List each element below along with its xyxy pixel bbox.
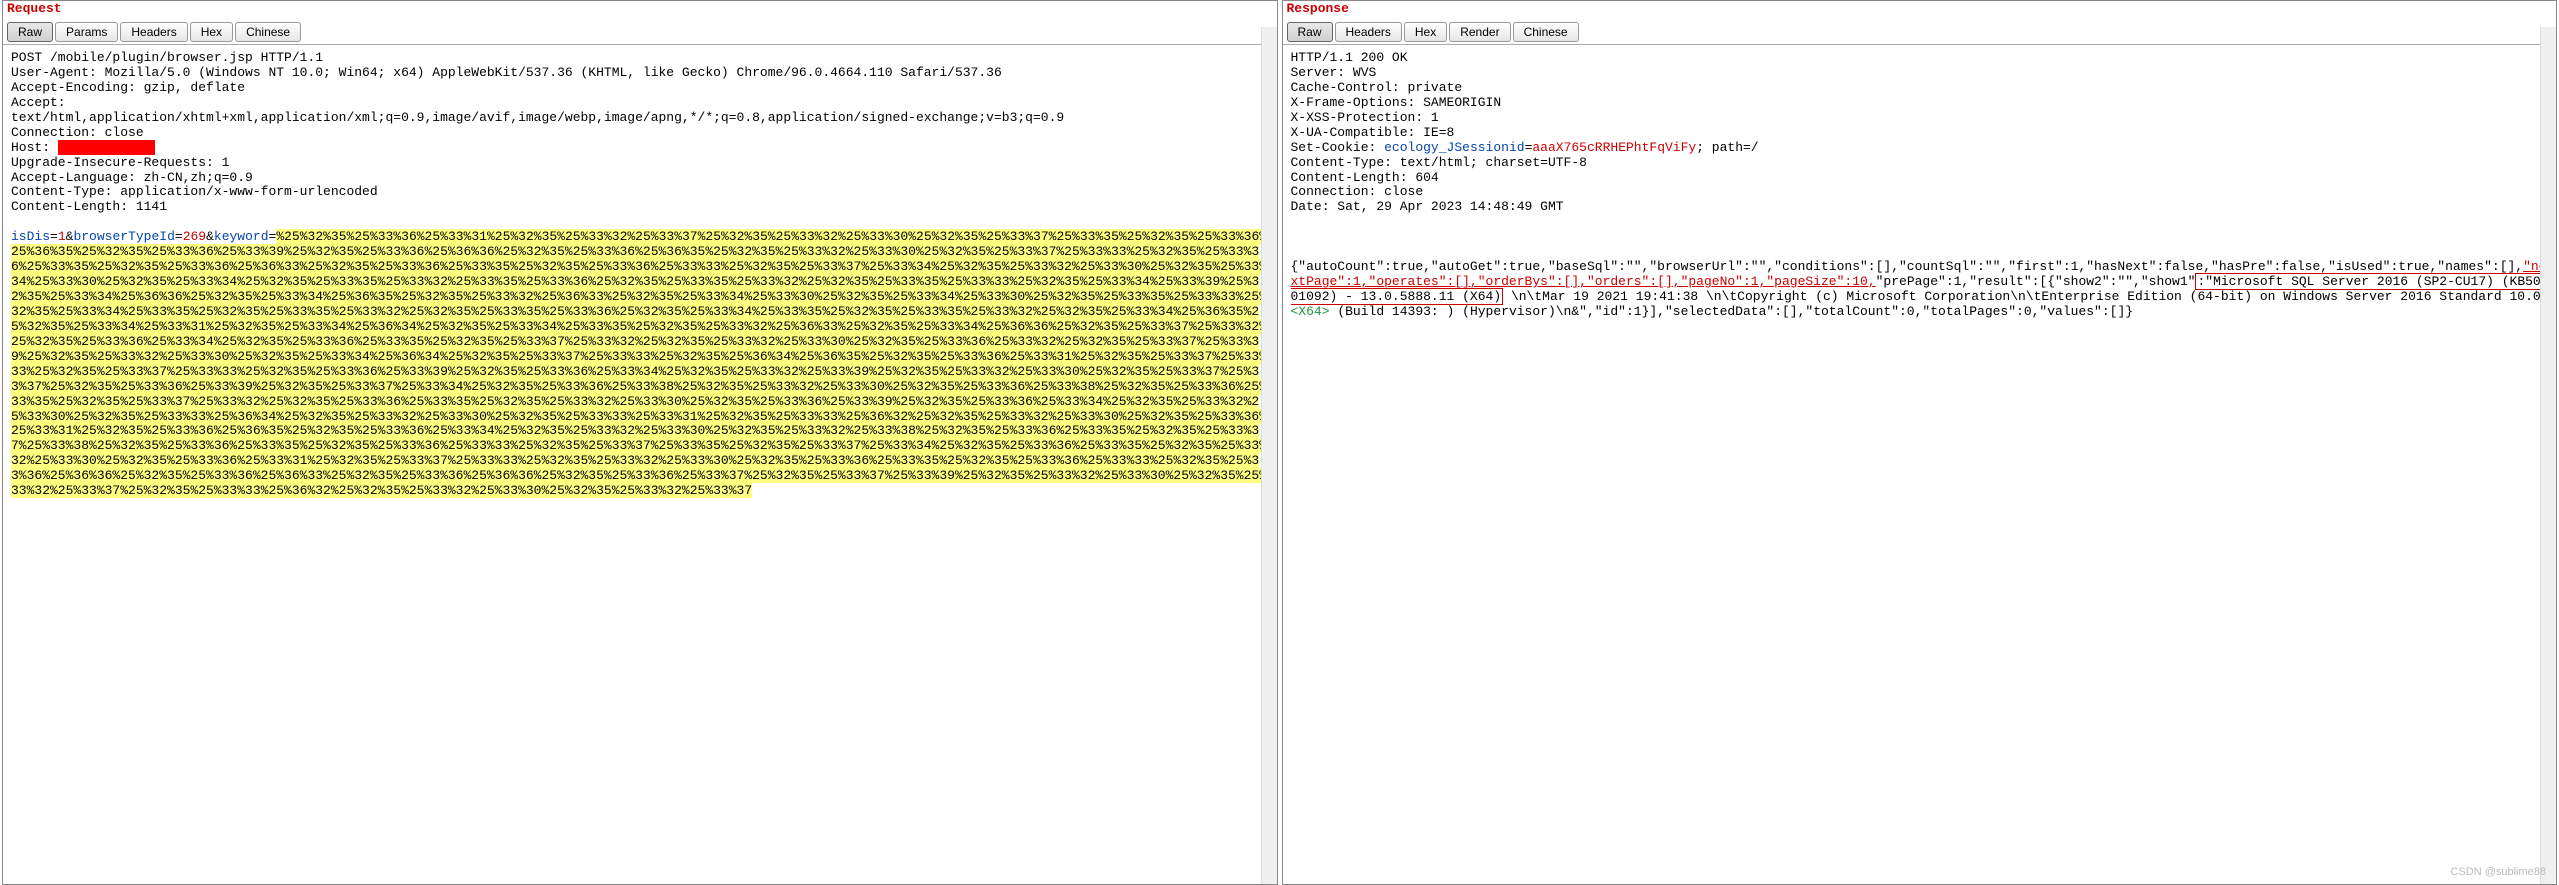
req-line: POST /mobile/plugin/browser.jsp HTTP/1.1 xyxy=(11,50,323,65)
resp-line: X-XSS-Protection: 1 xyxy=(1291,110,1439,125)
param-name: browserTypeId xyxy=(73,229,174,244)
eq: = xyxy=(50,229,58,244)
tab-params[interactable]: Params xyxy=(55,22,118,42)
request-raw-content[interactable]: POST /mobile/plugin/browser.jsp HTTP/1.1… xyxy=(3,45,1277,884)
resp-body-post2: (Build 14393: ) (Hypervisor)\n&","id":1}… xyxy=(1330,304,2134,319)
req-line: Content-Length: 1141 xyxy=(11,199,167,214)
resp-line: X-Frame-Options: SAMEORIGIN xyxy=(1291,95,1502,110)
param-name: isDis xyxy=(11,229,50,244)
redacted-host: redactedhost xyxy=(58,140,156,155)
req-line: Upgrade-Insecure-Requests: 1 xyxy=(11,155,229,170)
request-pane: Request Raw Params Headers Hex Chinese P… xyxy=(2,0,1278,885)
scrollbar[interactable] xyxy=(1261,27,1277,884)
tab-render[interactable]: Render xyxy=(1449,22,1510,42)
resp-line: Content-Type: text/html; charset=UTF-8 xyxy=(1291,155,1587,170)
response-pane: Response Raw Headers Hex Render Chinese … xyxy=(1282,0,2558,885)
req-line: Accept-Language: zh-CN,zh;q=0.9 xyxy=(11,170,253,185)
req-line: Accept: xyxy=(11,95,66,110)
tab-chinese[interactable]: Chinese xyxy=(235,22,301,42)
cookie-rest: ; path=/ xyxy=(1696,140,1758,155)
resp-body-json: {"autoCount":true,"autoGet":true,"baseSq… xyxy=(1291,259,2524,274)
amp: & xyxy=(206,229,214,244)
tab-hex[interactable]: Hex xyxy=(190,22,233,42)
resp-body-post: \n\tMar 19 2021 19:41:38 \n\tCopyright (… xyxy=(1503,289,2548,304)
request-tabs: Raw Params Headers Hex Chinese xyxy=(3,20,1277,45)
req-line: text/html,application/xhtml+xml,applicat… xyxy=(11,110,1064,125)
resp-line: X-UA-Compatible: IE=8 xyxy=(1291,125,1455,140)
cookie-name: ecology_JSessionid xyxy=(1384,140,1524,155)
req-line: User-Agent: Mozilla/5.0 (Windows NT 10.0… xyxy=(11,65,1002,80)
request-title: Request xyxy=(3,1,1277,20)
req-line: Connection: close xyxy=(11,125,144,140)
resp-line: Server: WVS xyxy=(1291,65,1377,80)
resp-body-mid: "prePage":1,"result":[{"show2":"","show1… xyxy=(1876,274,2196,289)
param-name: keyword xyxy=(214,229,269,244)
resp-line: Date: Sat, 29 Apr 2023 14:48:49 GMT xyxy=(1291,199,1564,214)
req-host-label: Host: xyxy=(11,140,58,155)
resp-line: Content-Length: 604 xyxy=(1291,170,1439,185)
x64-tag: <X64> xyxy=(1291,304,1330,319)
req-line: Content-Type: application/x-www-form-url… xyxy=(11,184,378,199)
resp-line: Connection: close xyxy=(1291,184,1424,199)
cookie-value: aaaX765cRRHEPhtFqViFy xyxy=(1532,140,1696,155)
tab-headers[interactable]: Headers xyxy=(1335,22,1402,42)
cookie-label: Set-Cookie: xyxy=(1291,140,1385,155)
resp-line: Cache-Control: private xyxy=(1291,80,1463,95)
watermark: CSDN @sublime88 xyxy=(2450,866,2546,878)
response-title: Response xyxy=(1283,1,2557,20)
req-line: Accept-Encoding: gzip, deflate xyxy=(11,80,245,95)
eq: = xyxy=(175,229,183,244)
payload-highlight: %25%32%35%25%33%36%25%33%31%25%32%35%25%… xyxy=(11,229,1267,498)
tab-hex[interactable]: Hex xyxy=(1404,22,1447,42)
tab-raw[interactable]: Raw xyxy=(7,22,53,42)
response-raw-content[interactable]: HTTP/1.1 200 OK Server: WVS Cache-Contro… xyxy=(1283,45,2557,884)
scrollbar[interactable] xyxy=(2540,27,2556,884)
param-value: 269 xyxy=(183,229,206,244)
tab-headers[interactable]: Headers xyxy=(120,22,187,42)
param-value: 1 xyxy=(58,229,66,244)
tab-chinese[interactable]: Chinese xyxy=(1513,22,1579,42)
resp-line: HTTP/1.1 200 OK xyxy=(1291,50,1408,65)
tab-raw[interactable]: Raw xyxy=(1287,22,1333,42)
response-tabs: Raw Headers Hex Render Chinese xyxy=(1283,20,2557,45)
